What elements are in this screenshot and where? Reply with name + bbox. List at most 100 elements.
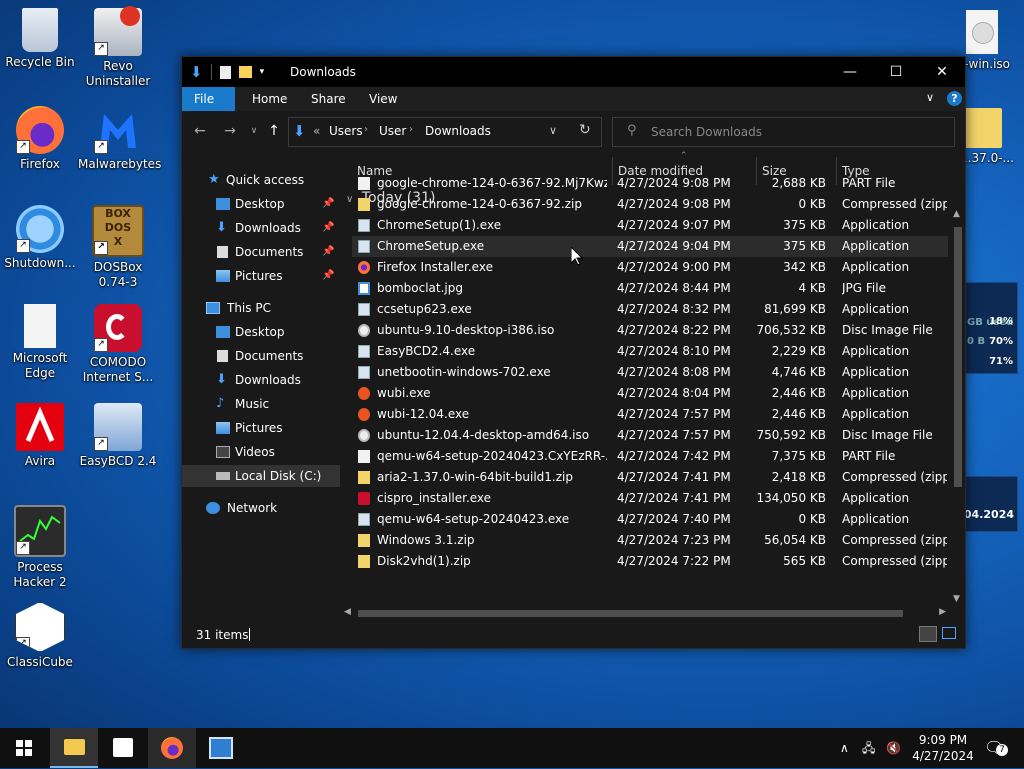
file-row[interactable]: ccsetup623.exe 4/27/2024 8:32 PM 81,699 KB…	[352, 299, 948, 320]
file-date: 4/27/2024 9:08 PM	[617, 176, 731, 190]
nav-pc-desktop[interactable]: Desktop	[182, 321, 340, 343]
breadcrumb-overflow[interactable]: «	[313, 124, 320, 138]
address-dropdown-icon[interactable]: ∨	[549, 124, 557, 137]
chevron-down-icon[interactable]: ▾	[260, 67, 265, 77]
file-row[interactable]: wubi.exe 4/27/2024 8:04 PM 2,446 KB Applica…	[352, 383, 948, 404]
tab-share[interactable]: Share	[299, 87, 358, 111]
tab-home[interactable]: Home	[240, 87, 299, 111]
maximize-button[interactable]: ☐	[873, 57, 919, 87]
up-button[interactable]: ↑	[264, 121, 284, 141]
file-size: 81,699 KB	[764, 302, 826, 316]
pin-icon[interactable]: 📌	[322, 217, 334, 239]
minimize-button[interactable]: —	[827, 57, 873, 87]
address-box[interactable]: ⬇ « Users › User › Downloads ∨ ↻	[288, 117, 602, 147]
tab-file[interactable]: File	[182, 87, 235, 111]
scroll-down-icon[interactable]: ▼	[953, 594, 960, 604]
close-button[interactable]: ✕	[919, 57, 965, 87]
nav-qa-downloads[interactable]: ⬇ Downloads 📌	[182, 217, 340, 239]
desktop-icon-malwarebytes[interactable]: ↗ Malwarebytes	[78, 106, 161, 172]
horizontal-scrollbar[interactable]: ◀ ▶	[340, 606, 950, 621]
action-center-button[interactable]: 🗨 7	[984, 728, 1008, 768]
network-tray-icon[interactable]: 🖧	[862, 728, 875, 768]
title-bar[interactable]: ⬇ ▾ Downloads — ☐ ✕	[182, 57, 965, 87]
nav-pc-downloads[interactable]: ⬇ Downloads	[182, 369, 340, 391]
clock[interactable]: 9:09 PM 4/27/2024	[910, 728, 976, 768]
desktop-icon-classicube[interactable]: ↗ ClassiCube	[0, 602, 80, 670]
file-row[interactable]: unetbootin-windows-702.exe 4/27/2024 8:08…	[352, 362, 948, 383]
file-row[interactable]: aria2-1.37.0-win-64bit-build1.zip 4/27/20…	[352, 467, 948, 488]
details-view-button[interactable]	[919, 626, 937, 642]
desktop-icon-dosbox[interactable]: BOX DOS X ↗ DOSBox 0.74-3	[78, 205, 158, 290]
nav-pc-music[interactable]: ♪ Music	[182, 393, 340, 415]
nav-qa-pictures[interactable]: Pictures 📌	[182, 265, 340, 287]
breadcrumb-downloads[interactable]: Downloads	[425, 124, 491, 138]
nav-pc-videos[interactable]: Videos	[182, 441, 340, 463]
scroll-left-icon[interactable]: ◀	[344, 607, 351, 617]
show-hidden-icons-button[interactable]: ∧	[840, 728, 849, 768]
file-row[interactable]: Disk2vhd(1).zip 4/27/2024 7:22 PM 565 KB Co…	[352, 551, 948, 572]
back-button[interactable]: ←	[190, 121, 210, 141]
forward-button[interactable]: →	[220, 121, 240, 141]
desktop-icon-revo-uninstaller[interactable]: ↗ Revo Uninstaller	[78, 6, 158, 89]
breadcrumb-users[interactable]: Users	[329, 124, 363, 138]
large-icons-view-button[interactable]	[942, 627, 956, 639]
help-icon[interactable]: ?	[947, 91, 962, 106]
breadcrumb-user[interactable]: User	[379, 124, 406, 138]
nav-pc-documents[interactable]: Documents	[182, 345, 340, 367]
file-list-pane: Name ⌃ Date modified Size Type ∨ Today (…	[340, 151, 965, 621]
comodo-icon: ↗	[94, 304, 142, 352]
desktop-icon-process-hacker[interactable]: ↗ Process Hacker 2	[0, 505, 80, 590]
file-row[interactable]: Firefox Installer.exe 4/27/2024 9:00 PM 34…	[352, 257, 948, 278]
taskbar-store[interactable]	[99, 728, 147, 768]
taskbar-file-explorer[interactable]	[50, 728, 98, 768]
file-row[interactable]: ChromeSetup(1).exe 4/27/2024 9:07 PM 375 K…	[352, 215, 948, 236]
nav-network[interactable]: Network	[182, 497, 340, 519]
file-row[interactable]: qemu-w64-setup-20240423.exe 4/27/2024 7:4…	[352, 509, 948, 530]
file-row[interactable]: qemu-w64-setup-20240423.CxYEzRR-.ex... 4/…	[352, 446, 948, 467]
nav-this-pc[interactable]: This PC	[182, 297, 340, 319]
desktop-icon-easybcd[interactable]: ↗ EasyBCD 2.4	[78, 403, 158, 469]
file-row[interactable]: wubi-12.04.exe 4/27/2024 7:57 PM 2,446 KB A…	[352, 404, 948, 425]
search-input[interactable]: ⚲ Search Downloads	[612, 117, 955, 147]
refresh-icon[interactable]: ↻	[579, 122, 591, 138]
nav-pc-pictures[interactable]: Pictures	[182, 417, 340, 439]
file-row[interactable]: EasyBCD2.4.exe 4/27/2024 8:10 PM 2,229 KB A…	[352, 341, 948, 362]
file-row[interactable]: Windows 3.1.zip 4/27/2024 7:23 PM 56,054 K…	[352, 530, 948, 551]
documents-folder-icon	[217, 350, 228, 362]
desktop-icon-shutdown[interactable]: ↗ Shutdown...	[0, 205, 80, 271]
scroll-right-icon[interactable]: ▶	[939, 607, 946, 617]
vertical-scrollbar[interactable]: ▲ ▼	[950, 209, 965, 604]
properties-icon[interactable]	[219, 65, 231, 79]
recent-locations-button[interactable]: ∨	[244, 121, 264, 141]
nav-quick-access[interactable]: ★ Quick access	[182, 169, 340, 191]
vertical-scroll-thumb[interactable]	[954, 227, 962, 487]
tab-view[interactable]: View	[357, 87, 409, 111]
chevron-down-icon: ∨	[250, 126, 258, 136]
file-row[interactable]: google-chrome-124-0-6367-92.zip 4/27/2024…	[352, 194, 948, 215]
desktop-icon-avira[interactable]: Avira	[0, 403, 80, 469]
desktop-icon-recycle-bin[interactable]: Recycle Bin	[0, 8, 80, 70]
file-row[interactable]: ChromeSetup.exe 4/27/2024 9:04 PM 375 KB Ap…	[352, 236, 948, 257]
nav-qa-desktop[interactable]: Desktop 📌	[182, 193, 340, 215]
horizontal-scroll-thumb[interactable]	[358, 610, 903, 617]
desktop-icon-comodo[interactable]: ↗ COMODO Internet S...	[78, 304, 158, 385]
file-row[interactable]: cispro_installer.exe 4/27/2024 7:41 PM 134…	[352, 488, 948, 509]
start-button[interactable]	[0, 728, 48, 768]
desktop-icon-microsoft-edge[interactable]: Microsoft Edge	[0, 304, 80, 381]
volume-muted-icon[interactable]: 🔇	[886, 728, 901, 768]
pin-icon[interactable]: 📌	[322, 241, 334, 263]
new-folder-icon[interactable]	[238, 66, 252, 78]
nav-qa-documents[interactable]: Documents 📌	[182, 241, 340, 263]
file-row[interactable]: google-chrome-124-0-6367-92.Mj7KwzO... 4/…	[352, 173, 948, 194]
pin-icon[interactable]: 📌	[322, 193, 334, 215]
pin-icon[interactable]: 📌	[322, 265, 334, 287]
scroll-up-icon[interactable]: ▲	[953, 209, 960, 219]
file-row[interactable]: ubuntu-9.10-desktop-i386.iso 4/27/2024 8:…	[352, 320, 948, 341]
file-row[interactable]: bomboclat.jpg 4/27/2024 8:44 PM 4 KB JPG Fi…	[352, 278, 948, 299]
taskbar-firefox[interactable]	[148, 728, 196, 768]
taskbar-virtualbox-app[interactable]	[197, 728, 245, 768]
desktop-icon-firefox[interactable]: ↗ Firefox	[0, 106, 80, 172]
nav-pc-local-disk[interactable]: Local Disk (C:)	[182, 465, 340, 487]
expand-ribbon-icon[interactable]: ∨	[926, 91, 934, 104]
file-row[interactable]: ubuntu-12.04.4-desktop-amd64.iso 4/27/202…	[352, 425, 948, 446]
